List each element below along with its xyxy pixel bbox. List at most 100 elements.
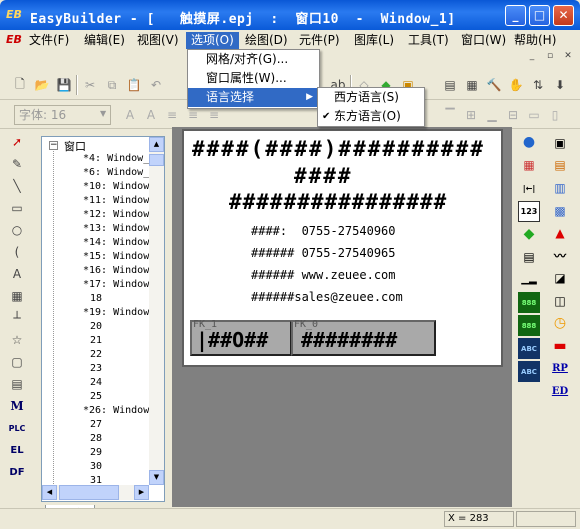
- menu-tools[interactable]: 工具(T): [403, 32, 454, 49]
- menu-item-language[interactable]: 语言选择 ▶: [188, 88, 319, 107]
- tree-item[interactable]: *4: Window_: [83, 152, 149, 166]
- scale-icon[interactable]: ┴: [7, 308, 27, 328]
- circle-icon[interactable]: ○: [7, 220, 27, 240]
- minimize-button[interactable]: _: [505, 5, 526, 26]
- text-tool-icon[interactable]: A: [7, 264, 27, 284]
- align-left-icon[interactable]: ≡: [162, 105, 182, 125]
- same-width-icon[interactable]: ▭: [524, 105, 544, 125]
- mdi-close-button[interactable]: ✕: [560, 49, 576, 63]
- tree-item[interactable]: 21: [90, 334, 102, 348]
- align-bottom-icon[interactable]: ▁: [482, 105, 502, 125]
- scroll-up-icon[interactable]: ▲: [149, 137, 164, 152]
- rp-icon[interactable]: RP: [549, 358, 571, 380]
- menu-item-western-language[interactable]: 西方语言(S): [318, 88, 424, 107]
- tree-item[interactable]: *17: Window: [83, 278, 149, 292]
- ascii-input-icon[interactable]: ABC: [518, 361, 540, 383]
- tree-item[interactable]: 22: [90, 348, 102, 362]
- canvas-text-line3[interactable]: ################: [229, 190, 447, 214]
- menu-edit[interactable]: 编辑(E): [79, 32, 130, 49]
- pointer-icon[interactable]: ➚: [7, 132, 27, 152]
- scroll-left-icon[interactable]: ◀: [42, 485, 57, 500]
- numeric-display-2-icon[interactable]: 888: [518, 315, 540, 337]
- set-bit-icon[interactable]: |←|: [518, 178, 540, 199]
- function-key-fk0[interactable]: FK_0 ########: [291, 319, 436, 356]
- tree-item[interactable]: *16: Window: [83, 264, 149, 278]
- menu-parts[interactable]: 元件(P): [294, 32, 345, 49]
- function-key-icon[interactable]: ◆: [518, 224, 540, 245]
- close-button[interactable]: ✕: [553, 5, 574, 26]
- meter-icon[interactable]: ◫: [549, 290, 571, 312]
- menu-view[interactable]: 视图(V): [132, 32, 184, 49]
- numeric-input-icon[interactable]: 123: [518, 200, 540, 222]
- hand-icon[interactable]: ✋: [506, 75, 526, 95]
- level-icon[interactable]: ▁▂: [518, 270, 540, 291]
- tree-item[interactable]: 18: [90, 292, 102, 306]
- tree-item[interactable]: 27: [90, 418, 102, 432]
- mdi-restore-button[interactable]: ▫: [542, 49, 558, 63]
- canvas-text-line4[interactable]: ####: 0755-27540960: [251, 224, 396, 238]
- mdi-minimize-button[interactable]: _: [524, 49, 540, 63]
- menu-draw[interactable]: 绘图(D): [240, 32, 293, 49]
- m-icon[interactable]: M: [7, 396, 27, 416]
- direct-window-icon[interactable]: ▥: [549, 177, 571, 199]
- menu-item-window-props[interactable]: 窗口属性(W)...: [188, 69, 319, 88]
- arc-icon[interactable]: (: [7, 242, 27, 262]
- indirect-window-icon[interactable]: ▤: [549, 155, 571, 177]
- df-icon[interactable]: DF: [7, 462, 27, 482]
- trend-icon[interactable]: 〰: [549, 245, 571, 267]
- canvas-text-line2[interactable]: ####: [294, 164, 353, 188]
- tree-item[interactable]: 29: [90, 446, 102, 460]
- tree-item[interactable]: *14: Window: [83, 236, 149, 250]
- tree-item[interactable]: *10: Window: [83, 180, 149, 194]
- ascii-display-icon[interactable]: ABC: [518, 338, 540, 360]
- sort-icon[interactable]: ⇅: [528, 75, 548, 95]
- align-top-icon[interactable]: ▔: [440, 105, 460, 125]
- frame-icon[interactable]: ▢: [7, 352, 27, 372]
- scroll-thumb[interactable]: [149, 154, 164, 166]
- menu-options[interactable]: 选项(O): [186, 32, 239, 49]
- tree-item[interactable]: *11: Window: [83, 194, 149, 208]
- menu-library[interactable]: 图库(L): [349, 32, 399, 49]
- tree-item[interactable]: 25: [90, 390, 102, 404]
- canvas-text-line1[interactable]: ####(####)##########: [192, 137, 485, 161]
- download-icon[interactable]: ⬇: [550, 75, 570, 95]
- word-lamp-icon[interactable]: ▦: [518, 155, 540, 176]
- page-icon[interactable]: ▤: [7, 374, 27, 394]
- function-key-fk1[interactable]: FK_1 |##O##: [190, 319, 292, 356]
- tree-item[interactable]: *26: Window: [83, 404, 149, 418]
- menu-item-grid[interactable]: 网格/对齐(G)...: [188, 50, 319, 69]
- pen-icon[interactable]: ✎: [7, 154, 27, 174]
- tree-item[interactable]: *15: Window: [83, 250, 149, 264]
- tree-item[interactable]: *19: Window: [83, 306, 149, 320]
- new-file-icon[interactable]: 🗋: [10, 75, 30, 95]
- rectangle-icon[interactable]: ▭: [7, 198, 27, 218]
- canvas-text-line5[interactable]: ###### 0755-27540965: [251, 246, 396, 260]
- tree-item[interactable]: 24: [90, 376, 102, 390]
- xy-plot-icon[interactable]: ◪: [549, 267, 571, 289]
- save-icon[interactable]: 💾: [54, 75, 74, 95]
- undo-icon[interactable]: ↶: [146, 75, 166, 95]
- tree-item[interactable]: 28: [90, 432, 102, 446]
- fill-icon[interactable]: ▦: [7, 286, 27, 306]
- tree-item[interactable]: 20: [90, 320, 102, 334]
- copy-icon[interactable]: ⧉: [102, 75, 122, 95]
- scroll-down-icon[interactable]: ▼: [149, 470, 164, 485]
- open-folder-icon[interactable]: 📂: [32, 75, 52, 95]
- menu-help[interactable]: 帮助(H): [509, 32, 561, 49]
- bit-lamp-icon[interactable]: ●: [518, 132, 540, 153]
- paste-icon[interactable]: 📋: [124, 75, 144, 95]
- menu-file[interactable]: 文件(F): [24, 32, 74, 49]
- el-icon[interactable]: EL: [7, 440, 27, 460]
- font-grow-icon[interactable]: A: [120, 105, 140, 125]
- hammer-icon[interactable]: 🔨: [484, 75, 504, 95]
- table-icon[interactable]: ▤: [440, 75, 460, 95]
- align-middle-icon[interactable]: ⊞: [461, 105, 481, 125]
- alarm-icon[interactable]: ▲: [549, 222, 571, 244]
- canvas-text-line7[interactable]: ######sales@zeuee.com: [251, 290, 403, 304]
- scroll-right-icon[interactable]: ▶: [134, 485, 149, 500]
- slider-icon[interactable]: ▤: [518, 247, 540, 268]
- tree-item[interactable]: 30: [90, 460, 102, 474]
- menu-item-eastern-language[interactable]: ✔ 东方语言(O): [318, 107, 424, 126]
- list-icon[interactable]: ▦: [462, 75, 482, 95]
- line-icon[interactable]: ╲: [7, 176, 27, 196]
